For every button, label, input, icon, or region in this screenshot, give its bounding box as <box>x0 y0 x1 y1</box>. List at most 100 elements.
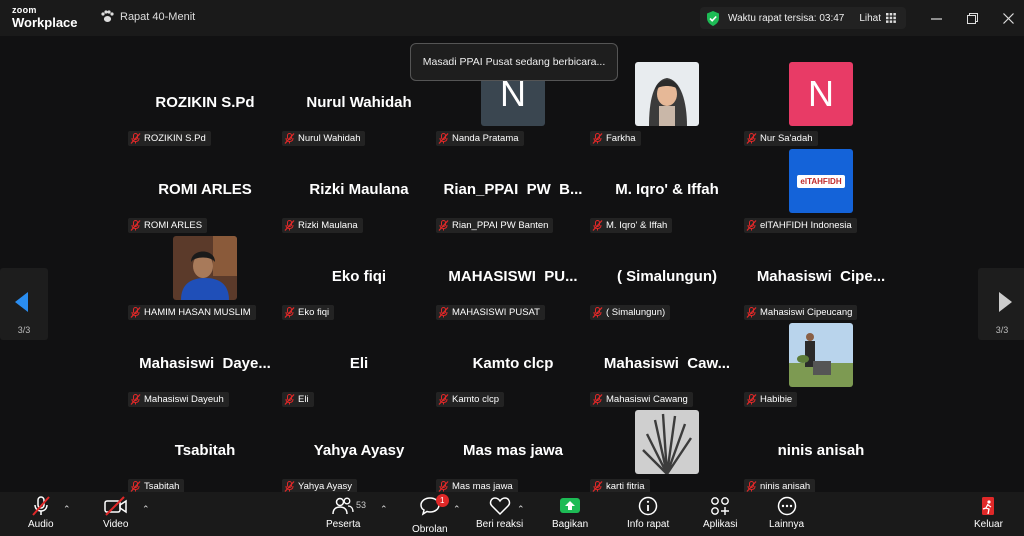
video-button[interactable]: Video <box>103 496 128 530</box>
speaking-notification: Masadi PPAI Pusat sedang berbicara... <box>410 43 618 81</box>
participant-tile[interactable]: ROMI ARLES ROMI ARLES <box>128 143 282 233</box>
participant-tile[interactable]: Mas mas jawa Mas mas jawa <box>436 404 590 494</box>
participant-tile[interactable]: ninis anisah ninis anisah <box>744 404 898 494</box>
apps-icon <box>711 497 730 515</box>
meeting-info-button[interactable]: Info rapat <box>627 496 669 530</box>
participant-tile[interactable]: M. Iqro' & Iffah M. Iqro' & Iffah <box>590 143 744 233</box>
participant-tile[interactable]: Rian_PPAI PW B... Rian_PPAI PW Banten <box>436 143 590 233</box>
grid-icon <box>886 13 896 23</box>
meeting-timer: Waktu rapat tersisa: 03:47 Lihat <box>700 7 906 29</box>
participant-tile[interactable]: Mahasiswi Daye... Mahasiswi Dayeuh <box>128 317 282 407</box>
participant-tile[interactable]: Eli Eli <box>282 317 436 407</box>
video-off-icon <box>103 496 127 516</box>
participant-label-text: Tsabitah <box>144 481 180 492</box>
participant-tile[interactable]: karti fitria <box>590 404 744 494</box>
microphone-muted-icon <box>32 496 50 516</box>
prev-page-button[interactable]: 3/3 <box>0 268 48 340</box>
avatar <box>635 410 699 474</box>
profile-photo <box>635 410 699 474</box>
microphone-muted-icon <box>438 481 449 492</box>
restore-icon <box>966 12 978 24</box>
participant-tile[interactable]: ROZIKIN S.Pd ROZIKIN S.Pd <box>128 56 282 146</box>
meeting-info-label: Info rapat <box>627 519 670 530</box>
next-page-button[interactable]: 3/3 <box>978 268 1024 340</box>
participant-name: Kamto clcp <box>472 355 554 372</box>
reactions-label: Beri reaksi <box>476 519 524 530</box>
view-button[interactable]: Lihat <box>859 13 896 24</box>
participant-tile[interactable]: Eko fiqi Eko fiqi <box>282 230 436 320</box>
minimize-button[interactable] <box>926 9 946 27</box>
chat-options-caret[interactable]: ⌃ <box>453 504 461 515</box>
more-label: Lainnya <box>769 519 805 530</box>
leave-button[interactable]: Keluar <box>974 496 1003 530</box>
shield-check-icon <box>707 10 719 26</box>
audio-options-caret[interactable]: ⌃ <box>63 504 71 515</box>
profile-photo <box>789 323 853 387</box>
participant-name: Rian_PPAI PW B... <box>443 181 583 198</box>
participant-tile[interactable]: Rizki Maulana Rizki Maulana <box>282 143 436 233</box>
participant-name: Tsabitah <box>174 442 236 459</box>
reactions-options-caret[interactable]: ⌃ <box>517 504 525 515</box>
participant-tile[interactable]: Kamto clcp Kamto clcp <box>436 317 590 407</box>
chat-icon-wrap: 1 <box>419 494 449 521</box>
heart-icon <box>489 497 510 516</box>
participant-tile[interactable]: ( Simalungun)( Simalungun) <box>590 230 744 320</box>
leave-icon <box>982 497 995 515</box>
meeting-title[interactable]: Rapat 40-Menit <box>100 10 195 23</box>
chat-button[interactable]: 1 Obrolan <box>412 494 449 535</box>
share-label: Bagikan <box>552 519 589 530</box>
participant-name: ( Simalungun) <box>617 268 717 285</box>
participant-label-text: Mas mas jawa <box>452 481 513 492</box>
close-button[interactable] <box>998 9 1018 27</box>
microphone-muted-icon <box>592 481 603 492</box>
microphone-muted-icon <box>130 481 141 492</box>
zoom-logo: zoom Workplace <box>12 5 78 30</box>
more-button[interactable]: Lainnya <box>769 496 804 530</box>
participant-tile[interactable]: MAHASISWI PU... MAHASISWI PUSAT <box>436 230 590 320</box>
profile-photo <box>173 236 237 300</box>
video-options-caret[interactable]: ⌃ <box>142 504 150 515</box>
avatar <box>635 62 699 126</box>
profile-photo <box>635 62 699 126</box>
more-icon <box>777 496 796 516</box>
participants-options-caret[interactable]: ⌃ <box>380 504 388 515</box>
video-gallery: 3/3 3/3 ROZIKIN S.Pd ROZIKIN S.Pd Nurul Wa… <box>0 36 1024 494</box>
right-arrow-icon <box>999 292 1012 312</box>
share-button[interactable]: Bagikan <box>552 496 588 530</box>
avatar-logo-text: elTAHFIDH <box>797 174 845 188</box>
logo-top-text: zoom <box>12 5 37 15</box>
participant-name: MAHASISWI PU... <box>448 268 578 285</box>
video-label: Video <box>103 519 129 530</box>
apps-button[interactable]: Aplikasi <box>703 496 737 530</box>
participant-tile[interactable]: N Nur Sa'adah <box>744 56 898 146</box>
participant-name: Mas mas jawa <box>462 442 564 459</box>
title-bar: zoom Workplace Rapat 40-Menit Waktu rapa… <box>0 0 1024 36</box>
participant-count: 53 <box>356 500 367 510</box>
participant-tile[interactable]: Yahya Ayasy Yahya Ayasy <box>282 404 436 494</box>
participant-tile[interactable]: Mahasiswi Caw... Mahasiswi Cawang <box>590 317 744 407</box>
avatar: elTAHFIDH <box>789 149 853 213</box>
restore-button[interactable] <box>962 9 982 27</box>
left-arrow-icon <box>15 292 28 312</box>
participant-name: Yahya Ayasy <box>313 442 405 459</box>
audio-button[interactable]: Audio <box>28 496 54 530</box>
chat-label: Obrolan <box>412 524 448 535</box>
participant-name: Mahasiswi Cipe... <box>756 268 886 285</box>
participant-tile[interactable]: Habibie <box>744 317 898 407</box>
view-label: Lihat <box>859 12 881 24</box>
leave-label: Keluar <box>974 519 1003 530</box>
participants-icon <box>332 497 354 515</box>
avatar <box>173 236 237 300</box>
participant-tile[interactable]: elTAHFIDH elTAHFIDH Indonesia <box>744 143 898 233</box>
participant-label-text: karti fitria <box>606 481 645 492</box>
participant-tile[interactable]: Mahasiswi Cipe... Mahasiswi Cipeucang <box>744 230 898 320</box>
logo-bottom-text: Workplace <box>12 15 78 30</box>
participant-name: Eko fiqi <box>331 268 387 285</box>
participant-tile[interactable]: Tsabitah Tsabitah <box>128 404 282 494</box>
participant-name: Eli <box>349 355 369 372</box>
participant-name: Mahasiswi Caw... <box>603 355 731 372</box>
microphone-muted-icon <box>284 481 295 492</box>
participant-tile[interactable]: HAMIM HASAN MUSLIM <box>128 230 282 320</box>
participant-name: ROMI ARLES <box>158 181 252 198</box>
minimize-icon <box>930 17 942 20</box>
